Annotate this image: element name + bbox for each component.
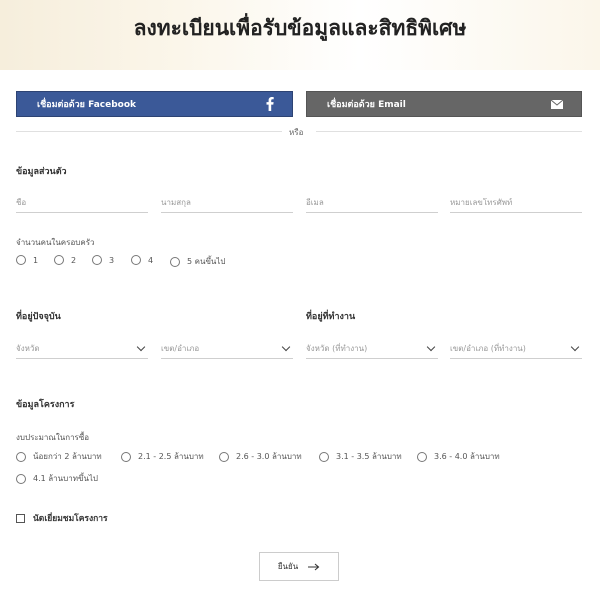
divider-left — [16, 131, 282, 132]
first-name-input[interactable] — [16, 198, 148, 207]
radio-label: 2.6 - 3.0 ล้านบาท — [236, 452, 302, 461]
household-radio-3[interactable]: 3 — [92, 255, 114, 265]
radio-label: 4.1 ล้านบาทขึ้นไป — [33, 474, 99, 483]
email-connect-button[interactable]: เชื่อมต่อด้วย Email — [306, 91, 582, 117]
radio-circle[interactable] — [417, 451, 427, 462]
chevron-down-icon — [281, 342, 291, 352]
select-value: จังหวัด — [16, 344, 40, 353]
first-name-field[interactable] — [16, 193, 148, 213]
budget-radio-3[interactable]: 2.6 - 3.0 ล้านบาท — [219, 450, 302, 463]
home-province-select[interactable]: จังหวัด — [16, 339, 148, 359]
radio-circle[interactable] — [54, 255, 64, 265]
email-field[interactable] — [306, 193, 438, 213]
household-radio-1[interactable]: 1 — [16, 255, 38, 265]
budget-radio-6[interactable]: 4.1 ล้านบาทขึ้นไป — [16, 472, 98, 485]
budget-radio-2[interactable]: 2.1 - 2.5 ล้านบาท — [121, 450, 204, 463]
radio-label: 3.6 - 4.0 ล้านบาท — [434, 452, 500, 461]
radio-label: 5 คนขึ้นไป — [187, 257, 226, 266]
household-label: จำนวนคนในครอบครัว — [16, 238, 95, 247]
radio-label: น้อยกว่า 2 ล้านบาท — [33, 452, 102, 461]
select-value: เขต/อำเภอ — [161, 344, 200, 353]
phone-field[interactable] — [450, 193, 582, 213]
budget-radio-4[interactable]: 3.1 - 3.5 ล้านบาท — [319, 450, 402, 463]
last-name-field[interactable] — [161, 193, 293, 213]
submit-button[interactable]: ยืนยัน — [259, 552, 339, 581]
site-visit-checkbox[interactable]: นัดเยี่ยมชมโครงการ — [16, 511, 108, 525]
facebook-connect-button[interactable]: เชื่อมต่อด้วย Facebook — [16, 91, 293, 117]
chevron-down-icon — [570, 342, 580, 352]
household-radio-2[interactable]: 2 — [54, 255, 76, 265]
radio-label: 2.1 - 2.5 ล้านบาท — [138, 452, 204, 461]
envelope-icon — [550, 99, 564, 112]
chevron-down-icon — [136, 342, 146, 352]
budget-radio-5[interactable]: 3.6 - 4.0 ล้านบาท — [417, 450, 500, 463]
radio-circle[interactable] — [16, 451, 26, 462]
facebook-connect-label: เชื่อมต่อด้วย Facebook — [37, 100, 137, 110]
checkbox-box[interactable] — [16, 513, 25, 523]
phone-input[interactable] — [450, 198, 582, 207]
radio-circle[interactable] — [16, 255, 26, 265]
email-connect-label: เชื่อมต่อด้วย Email — [327, 100, 406, 110]
page-title: ลงทะเบียนเพื่อรับข้อมูลและสิทธิพิเศษ — [133, 16, 467, 40]
project-info-title: ข้อมูลโครงการ — [16, 400, 75, 410]
last-name-input[interactable] — [161, 198, 293, 207]
radio-circle[interactable] — [131, 255, 141, 265]
work-district-select[interactable]: เขต/อำเภอ (ที่ทำงาน) — [450, 339, 582, 359]
budget-label: งบประมาณในการซื้อ — [16, 433, 90, 442]
household-radio-4[interactable]: 4 — [131, 255, 153, 265]
arrow-right-icon — [308, 563, 320, 571]
work-province-select[interactable]: จังหวัด (ที่ทำงาน) — [306, 339, 438, 359]
select-value: เขต/อำเภอ (ที่ทำงาน) — [450, 344, 526, 353]
divider-right — [316, 131, 582, 132]
submit-label: ยืนยัน — [277, 562, 299, 571]
home-address-title: ที่อยู่ปัจจุบัน — [16, 312, 61, 322]
chevron-down-icon — [426, 342, 436, 352]
radio-circle[interactable] — [319, 451, 329, 462]
radio-circle[interactable] — [170, 256, 180, 267]
select-value: จังหวัด (ที่ทำงาน) — [306, 344, 368, 353]
radio-circle[interactable] — [16, 473, 26, 484]
household-radio-5[interactable]: 5 คนขึ้นไป — [170, 255, 226, 268]
work-address-title: ที่อยู่ที่ทำงาน — [306, 312, 356, 322]
page-header: ลงทะเบียนเพื่อรับข้อมูลและสิทธิพิเศษ — [0, 0, 600, 70]
personal-info-title: ข้อมูลส่วนตัว — [16, 167, 67, 177]
radio-label: 4 — [148, 255, 154, 265]
email-input[interactable] — [306, 198, 438, 207]
radio-label: 3.1 - 3.5 ล้านบาท — [336, 452, 402, 461]
radio-label: 2 — [71, 255, 77, 265]
home-district-select[interactable]: เขต/อำเภอ — [161, 339, 293, 359]
radio-label: 1 — [33, 255, 39, 265]
radio-circle[interactable] — [121, 451, 131, 462]
radio-circle[interactable] — [219, 451, 229, 462]
radio-circle[interactable] — [92, 255, 102, 265]
site-visit-label: นัดเยี่ยมชมโครงการ — [33, 514, 108, 524]
facebook-icon — [266, 97, 274, 114]
or-separator: หรือ — [289, 128, 304, 137]
budget-radio-1[interactable]: น้อยกว่า 2 ล้านบาท — [16, 450, 102, 463]
radio-label: 3 — [109, 255, 115, 265]
